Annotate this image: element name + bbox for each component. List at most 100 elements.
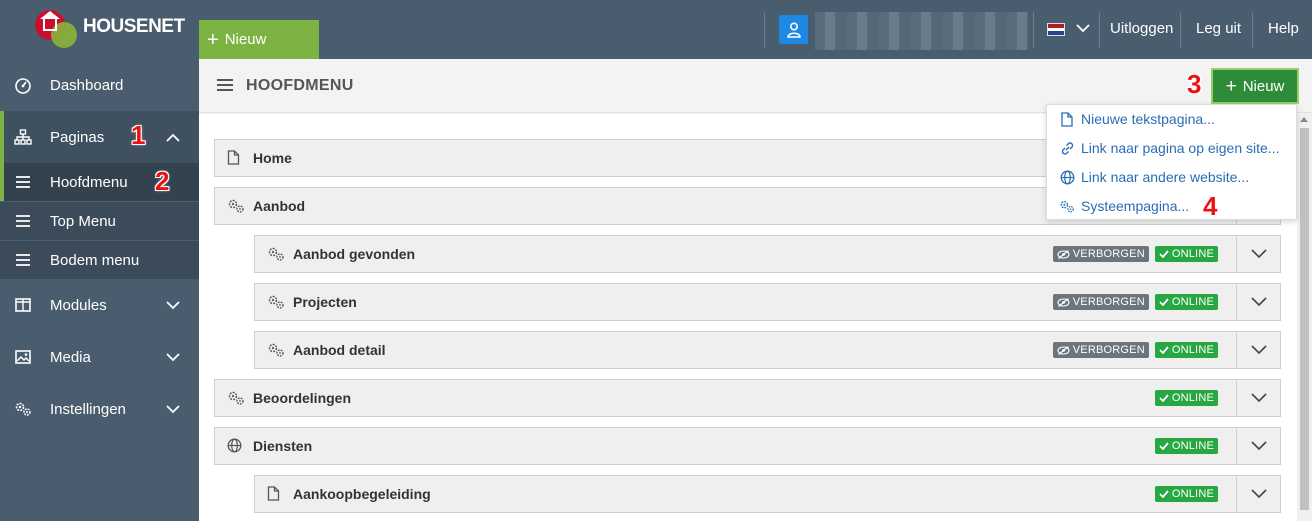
menu-row-label: Diensten	[253, 438, 313, 454]
online-badge: ONLINE	[1154, 486, 1218, 502]
sidebar-item-bodem-menu[interactable]: Bodem menu	[0, 241, 199, 279]
gears-icon	[267, 294, 284, 310]
chevron-down-icon[interactable]	[1236, 236, 1280, 272]
sidebar-item-dashboard[interactable]: Dashboard	[0, 59, 199, 111]
explain-link[interactable]: Leg uit	[1196, 20, 1241, 37]
chevron-down-icon[interactable]	[1236, 428, 1280, 464]
new-button-label: Nieuw	[1242, 77, 1285, 95]
eye-slash-icon	[1057, 297, 1073, 307]
gears-icon	[227, 198, 244, 214]
dashboard-icon	[14, 76, 32, 94]
dropdown-item-label: Nieuwe tekstpagina...	[1081, 111, 1215, 127]
sidebar-item-instellingen[interactable]: Instellingen	[0, 383, 199, 435]
dropdown-item-label: Link naar pagina op eigen site...	[1081, 140, 1280, 156]
sidebar-item-label: Modules	[50, 296, 107, 314]
hidden-badge: VERBORGEN	[1052, 294, 1149, 310]
divider	[764, 12, 765, 48]
scrollbar[interactable]	[1297, 114, 1312, 521]
chevron-down-icon[interactable]	[166, 349, 180, 366]
sidebar-item-modules[interactable]: Modules	[0, 279, 199, 331]
menu-row[interactable]: Projecten VERBORGEN ONLINE	[254, 283, 1281, 321]
scrollbar-thumb[interactable]	[1300, 128, 1309, 510]
dropdown-item-external-link[interactable]: Link naar andere website...	[1059, 169, 1249, 185]
globe-icon	[227, 438, 243, 454]
online-badge: ONLINE	[1154, 438, 1218, 454]
online-badge-label: ONLINE	[1171, 392, 1214, 404]
logo-house-icon	[43, 17, 57, 31]
plus-icon: +	[207, 28, 219, 51]
menu-row[interactable]: Aanbod detail VERBORGEN ONLINE	[254, 331, 1281, 369]
sidebar-item-label: Dashboard	[50, 76, 124, 94]
divider	[1252, 12, 1253, 48]
menu-row[interactable]: Diensten ONLINE	[214, 427, 1281, 465]
help-link[interactable]: Help	[1268, 20, 1299, 37]
globe-icon	[1059, 169, 1075, 185]
menu-icon	[14, 251, 32, 269]
sidebar: Dashboard Paginas Hoofdmenu Top Menu Bod…	[0, 59, 199, 521]
dropdown-item-system-page[interactable]: Systeempagina...	[1059, 198, 1189, 214]
top-new-label: Nieuw	[224, 31, 267, 48]
annotation-1: 1	[131, 120, 146, 150]
menu-row[interactable]: Aanbod gevonden VERBORGEN ONLINE	[254, 235, 1281, 273]
logout-link[interactable]: Uitloggen	[1110, 20, 1173, 37]
eye-slash-icon	[1057, 345, 1073, 355]
online-badge-label: ONLINE	[1171, 296, 1214, 308]
file-icon	[267, 486, 283, 502]
top-new-button[interactable]: + Nieuw	[199, 20, 319, 59]
gears-icon	[267, 342, 284, 358]
menu-icon	[14, 212, 32, 230]
sidebar-item-top-menu[interactable]: Top Menu	[0, 202, 199, 240]
page-title: HOOFDMENU	[246, 77, 354, 94]
chevron-down-icon[interactable]	[1236, 284, 1280, 320]
menu-row-label: Aanbod gevonden	[293, 246, 416, 262]
chevron-down-icon[interactable]	[1236, 476, 1280, 512]
online-badge-label: ONLINE	[1171, 440, 1214, 452]
sidebar-item-label: Hoofdmenu	[50, 173, 128, 191]
dropdown-item-new-text-page[interactable]: Nieuwe tekstpagina...	[1059, 111, 1215, 127]
scroll-up-arrow-icon[interactable]	[1300, 117, 1308, 122]
dropdown-item-internal-link[interactable]: Link naar pagina op eigen site...	[1059, 140, 1279, 156]
housenet-logo[interactable]: HOUSENET	[33, 8, 203, 50]
annotation-2: 2	[155, 166, 170, 196]
menu-row-label: Aanbod detail	[293, 342, 386, 358]
online-badge-label: ONLINE	[1171, 248, 1214, 260]
sidebar-item-label: Media	[50, 348, 91, 366]
annotation-3: 3	[1187, 69, 1202, 99]
user-name-redacted[interactable]	[815, 12, 1028, 50]
menu-row-label: Projecten	[293, 294, 357, 310]
check-icon	[1159, 442, 1172, 450]
active-indicator	[0, 163, 4, 201]
menu-row-label: Aankoopbegeleiding	[293, 486, 431, 502]
user-icon[interactable]	[779, 15, 808, 44]
menu-row-label: Aanbod	[253, 198, 306, 214]
sidebar-item-label: Bodem menu	[50, 251, 140, 269]
link-icon	[1059, 140, 1075, 156]
chevron-down-icon[interactable]	[166, 297, 180, 314]
menu-icon	[217, 78, 233, 96]
file-icon	[227, 150, 243, 166]
check-icon	[1159, 346, 1172, 354]
sidebar-item-label: Top Menu	[50, 212, 116, 230]
menu-icon	[14, 173, 32, 191]
sidebar-item-media[interactable]: Media	[0, 331, 199, 383]
new-button[interactable]: + Nieuw	[1211, 68, 1299, 104]
dropdown-item-label: Systeempagina...	[1081, 198, 1190, 214]
sidebar-item-paginas[interactable]: Paginas	[0, 111, 199, 163]
divider	[1180, 12, 1181, 48]
chevron-down-icon[interactable]	[1236, 332, 1280, 368]
hidden-badge-label: VERBORGEN	[1072, 344, 1145, 356]
online-badge: ONLINE	[1154, 246, 1218, 262]
chevron-down-icon[interactable]	[1076, 22, 1090, 36]
chevron-down-icon[interactable]	[1236, 380, 1280, 416]
menu-row[interactable]: Beoordelingen ONLINE	[214, 379, 1281, 417]
divider	[1099, 12, 1100, 48]
status-badges: ONLINE	[1154, 390, 1218, 406]
online-badge-label: ONLINE	[1171, 488, 1214, 500]
chevron-up-icon[interactable]	[166, 129, 180, 146]
chevron-down-icon[interactable]	[166, 401, 180, 418]
online-badge: ONLINE	[1154, 390, 1218, 406]
columns-icon	[14, 296, 32, 314]
image-icon	[14, 348, 32, 366]
flag-nl-icon[interactable]	[1047, 23, 1065, 36]
menu-row[interactable]: Aankoopbegeleiding ONLINE	[254, 475, 1281, 513]
